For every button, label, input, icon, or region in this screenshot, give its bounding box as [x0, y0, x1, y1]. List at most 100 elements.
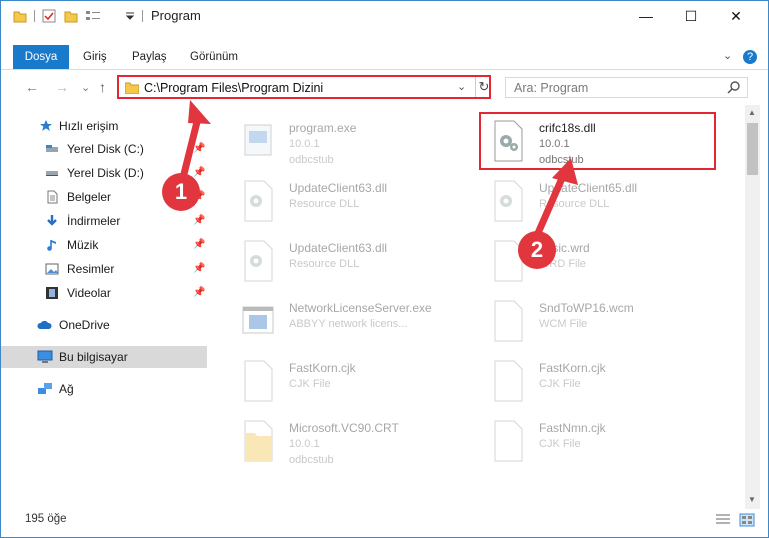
sidebar-item-this-pc[interactable]: Bu bilgisayar — [1, 346, 207, 368]
file-description: Resource DLL — [289, 258, 360, 270]
expand-ribbon-icon[interactable]: ⌄ — [723, 49, 732, 62]
file-item[interactable]: FastNmn.cjk CJK File — [469, 411, 709, 471]
annotation-badge-1: 1 — [162, 173, 200, 211]
network-icon — [38, 383, 52, 394]
pin-icon: 📌 — [193, 263, 206, 274]
sidebar-item-label: Müzik — [67, 238, 99, 252]
sidebar-item-music[interactable]: Müzik 📌 — [1, 234, 207, 256]
blank-file-icon — [494, 360, 523, 402]
up-button[interactable]: ↑ — [99, 79, 106, 95]
sidebar-item-label: Videolar — [67, 286, 111, 300]
file-item[interactable]: UpdateClient63.dll Resource DLL — [219, 171, 459, 231]
music-icon — [47, 240, 56, 251]
file-name: Microsoft.VC90.CRT — [289, 421, 399, 435]
tab-home[interactable]: Giriş — [83, 45, 107, 69]
large-icons-view-icon[interactable] — [739, 513, 755, 527]
annotation-badge-2: 2 — [518, 231, 556, 269]
back-button[interactable]: ← — [25, 79, 39, 95]
properties-icon[interactable] — [42, 9, 56, 23]
file-item[interactable]: UpdateClient63.dll Resource DLL — [219, 231, 459, 291]
sidebar-item-label: Yerel Disk (C:) — [67, 142, 144, 156]
customize-dropdown-icon[interactable] — [125, 9, 135, 23]
maximize-button[interactable]: ☐ — [668, 1, 714, 31]
forward-button[interactable]: → — [55, 79, 69, 95]
sidebar-item-quick-access[interactable]: Hızlı erişim — [1, 115, 207, 137]
pin-icon: 📌 — [193, 167, 206, 178]
pin-icon: 📌 — [193, 287, 206, 298]
file-description: CJK File — [539, 378, 581, 390]
pin-icon: 📌 — [193, 239, 206, 250]
dll-icon — [494, 180, 523, 222]
file-description: ABBYY network licens... — [289, 318, 408, 330]
new-folder-icon[interactable] — [64, 9, 78, 23]
file-item[interactable]: FastKorn.cjk CJK File — [469, 351, 709, 411]
scroll-down-icon[interactable]: ▼ — [748, 495, 756, 504]
tab-file[interactable]: Dosya — [13, 45, 69, 69]
file-item[interactable]: SndToWP16.wcm WCM File — [469, 291, 709, 351]
star-icon — [40, 120, 52, 131]
file-item[interactable]: FastKorn.cjk CJK File — [219, 351, 459, 411]
status-item-count: 195 öğe — [25, 513, 67, 525]
sidebar-item-label: Yerel Disk (D:) — [67, 166, 144, 180]
pin-icon: 📌 — [193, 143, 206, 154]
sidebar-item-label: Resimler — [67, 262, 115, 276]
dll-icon — [244, 240, 273, 282]
dll-icon — [244, 180, 273, 222]
file-description: odbcstub — [289, 454, 334, 466]
file-item[interactable]: Microsoft.VC90.CRT 10.0.1 odbcstub — [219, 411, 459, 471]
recent-locations-icon[interactable]: ⌄ — [81, 81, 90, 94]
help-icon[interactable]: ? — [743, 50, 757, 64]
sidebar-item-videos[interactable]: Videolar 📌 — [1, 282, 207, 304]
sidebar-item-pictures[interactable]: Resimler 📌 — [1, 258, 207, 280]
cloud-icon — [37, 320, 52, 329]
search-box[interactable]: Ara: Program — [505, 77, 748, 98]
sidebar-item-local-disk-c[interactable]: Yerel Disk (C:) 📌 — [1, 138, 207, 160]
sidebar-item-onedrive[interactable]: OneDrive — [1, 314, 207, 336]
close-button[interactable]: ✕ — [713, 1, 759, 31]
file-description: CJK File — [289, 378, 331, 390]
search-placeholder[interactable]: Ara: Program — [514, 81, 588, 95]
scroll-thumb[interactable] — [747, 123, 758, 175]
file-name: SndToWP16.wcm — [539, 301, 634, 315]
pin-icon: 📌 — [193, 215, 206, 226]
address-path[interactable]: C:\Program Files\Program Dizini — [144, 81, 323, 95]
sidebar-item-downloads[interactable]: İndirmeler 📌 — [1, 210, 207, 232]
target-file-highlight — [479, 112, 716, 170]
video-icon — [46, 287, 58, 299]
file-description: Resource DLL — [539, 198, 610, 210]
window-title: Program — [151, 8, 201, 23]
exe-icon — [244, 124, 272, 156]
file-name: NetworkLicenseServer.exe — [289, 301, 432, 315]
address-dropdown-icon[interactable]: ⌄ — [457, 80, 466, 93]
minimize-button[interactable]: — — [623, 1, 669, 31]
tab-view[interactable]: Görünüm — [190, 45, 238, 69]
pictures-icon — [45, 263, 59, 275]
title-bar: Program — ☐ ✕ — [1, 1, 768, 31]
drive-icon — [46, 145, 58, 152]
tab-share[interactable]: Paylaş — [132, 45, 167, 69]
file-description: CJK File — [539, 438, 581, 450]
file-item[interactable]: program.exe 10.0.1 odbcstub — [219, 111, 459, 171]
file-description: odbcstub — [289, 154, 334, 166]
file-name: UpdateClient65.dll — [539, 181, 638, 195]
folder-icon — [125, 82, 139, 94]
file-name: FastKorn.cjk — [539, 361, 606, 375]
file-item[interactable]: NetworkLicenseServer.exe ABBYY network l… — [219, 291, 459, 351]
address-bar[interactable]: C:\Program Files\Program Dizini ⌄ ↻ — [117, 75, 491, 99]
blank-file-icon — [494, 420, 523, 462]
file-item[interactable]: UpdateClient65.dll Resource DLL — [469, 171, 709, 231]
search-icon[interactable] — [727, 80, 741, 94]
file-item[interactable]: basic.wrd WRD File — [469, 231, 709, 291]
blank-file-icon — [244, 360, 273, 402]
file-description: Resource DLL — [289, 198, 360, 210]
vertical-scrollbar[interactable]: ▲ ▼ — [745, 105, 760, 509]
computer-icon — [37, 350, 53, 363]
view-list-icon[interactable] — [85, 9, 103, 23]
divider — [34, 10, 35, 22]
sidebar-item-network[interactable]: Ağ — [1, 378, 207, 400]
scroll-up-icon[interactable]: ▲ — [748, 108, 756, 117]
refresh-button[interactable]: ↻ — [475, 77, 492, 97]
sidebar-item-label: Ağ — [59, 382, 74, 396]
details-view-icon[interactable] — [715, 513, 731, 527]
sidebar-item-label: Hızlı erişim — [59, 119, 119, 133]
